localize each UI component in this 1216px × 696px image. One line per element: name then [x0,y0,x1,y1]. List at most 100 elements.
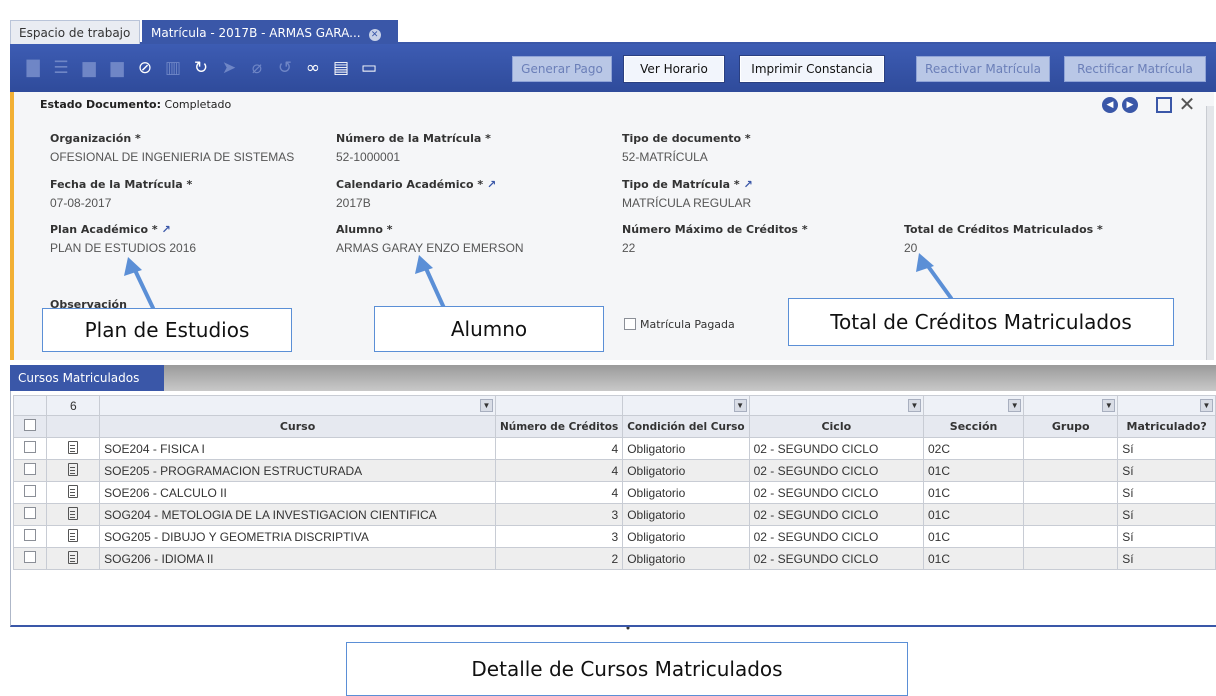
cell-creditos[interactable]: 4 [494,459,624,482]
cell-matriculado[interactable]: Sí [1117,503,1216,526]
numero-matricula-field[interactable]: 52-1000001 [336,150,400,164]
zoom-link-icon[interactable]: ↗ [161,223,170,236]
document-icon[interactable] [68,550,79,564]
table-row[interactable]: SOG204 - METOLOGIA DE LA INVESTIGACION C… [12,503,1216,526]
row-checkbox[interactable] [24,441,37,453]
filter-grupo[interactable]: ▼ [1023,395,1119,416]
tipo-matricula-field[interactable]: MATRÍCULA REGULAR [622,196,751,210]
chevron-down-icon[interactable]: ▼ [479,399,493,412]
tab-matricula[interactable]: Matrícula - 2017B - ARMAS GARA... ✕ [142,20,398,44]
window-icon[interactable]: ▭ [358,57,380,79]
close-icon[interactable]: ✕ [1178,94,1196,114]
previous-record-icon[interactable]: ◀ [1102,97,1118,113]
cell-ciclo[interactable]: 02 - SEGUNDO CICLO [748,503,924,526]
cell-ciclo[interactable]: 02 - SEGUNDO CICLO [748,525,924,548]
table-row[interactable]: SOE206 - CALCULO II 4 Obligatorio 02 - SEGU… [12,481,1216,504]
row-checkbox[interactable] [24,485,37,497]
chevron-down-icon[interactable]: ▼ [1008,399,1022,412]
max-creditos-field[interactable]: 22 [622,241,635,255]
new-icon[interactable]: ▇ [22,57,44,79]
cell-matriculado[interactable]: Sí [1117,525,1216,548]
save-icon[interactable]: ▆ [78,57,100,79]
tab-cursos-matriculados[interactable]: Cursos Matriculados [10,365,164,391]
cell-seccion[interactable]: 01C [922,525,1025,548]
column-header-ciclo[interactable]: Ciclo [748,415,924,438]
document-icon[interactable] [68,462,79,476]
filter-seccion[interactable]: ▼ [922,395,1025,416]
cell-grupo[interactable] [1023,547,1119,570]
cell-curso[interactable]: SOG206 - IDIOMA II [99,547,496,570]
reactivar-matricula-button[interactable]: Reactivar Matrícula [916,56,1050,82]
row-checkbox[interactable] [24,507,37,519]
column-header-condicion[interactable]: Condición del Curso [622,415,750,438]
save-new-icon[interactable]: ▆ [106,57,128,79]
link-icon[interactable]: ∞ [302,57,324,79]
cell-curso[interactable]: SOG204 - METOLOGIA DE LA INVESTIGACION C… [99,503,496,526]
column-header-curso[interactable]: Curso [99,415,496,438]
ver-horario-button[interactable]: Ver Horario [624,56,724,82]
cell-grupo[interactable] [1023,481,1119,504]
cell-matriculado[interactable]: Sí [1117,437,1216,460]
close-tab-icon[interactable]: ✕ [368,29,381,41]
cell-creditos[interactable]: 4 [494,437,624,460]
document-icon[interactable] [68,484,79,498]
cell-grupo[interactable] [1023,525,1119,548]
history-icon[interactable]: ↺ [274,57,296,79]
filter-matriculado[interactable]: ▼ [1117,395,1216,416]
cell-condicion[interactable]: Obligatorio [622,525,750,548]
table-row[interactable]: SOE204 - FISICA I 4 Obligatorio 02 - SEGUND… [12,437,1216,460]
generar-pago-button[interactable]: Generar Pago [512,56,612,82]
cell-curso[interactable]: SOE204 - FISICA I [99,437,496,460]
grid-icon[interactable]: ☰ [50,57,72,79]
cell-condicion[interactable]: Obligatorio [622,547,750,570]
table-row[interactable]: SOE205 - PROGRAMACION ESTRUCTURADA 4 Oblig… [12,459,1216,482]
maximize-icon[interactable] [1156,97,1172,113]
chevron-down-icon[interactable]: ▼ [1200,399,1213,412]
cell-condicion[interactable]: Obligatorio [622,503,750,526]
total-creditos-field[interactable]: 20 [904,241,917,255]
calendario-academico-field[interactable]: 2017B [336,196,371,210]
table-row[interactable]: SOG205 - DIBUJO Y GEOMETRIA DISCRIPTIVA 3… [12,525,1216,548]
cell-condicion[interactable]: Obligatorio [622,459,750,482]
cell-creditos[interactable]: 2 [494,547,624,570]
matricula-pagada-checkbox[interactable] [624,318,636,330]
column-header-seccion[interactable]: Sección [922,415,1025,438]
cell-seccion[interactable]: 01C [922,547,1025,570]
row-checkbox[interactable] [24,463,37,475]
cell-curso[interactable]: SOE206 - CALCULO II [99,481,496,504]
filter-creditos[interactable] [494,395,624,416]
tipo-documento-field[interactable]: 52-MATRÍCULA [622,150,708,164]
cell-ciclo[interactable]: 02 - SEGUNDO CICLO [748,547,924,570]
row-checkbox[interactable] [24,551,37,563]
chevron-down-icon[interactable]: ▼ [733,399,747,412]
plan-academico-field[interactable]: PLAN DE ESTUDIOS 2016 [50,241,196,255]
fecha-matricula-field[interactable]: 07-08-2017 [50,196,111,210]
select-all-checkbox[interactable] [24,419,37,431]
cell-creditos[interactable]: 4 [494,481,624,504]
column-header-matriculado[interactable]: Matriculado? [1117,415,1216,438]
filter-condicion[interactable]: ▼ [622,395,750,416]
export-icon[interactable]: ➤ [218,57,240,79]
report-icon[interactable]: ▤ [330,57,352,79]
column-header-creditos[interactable]: Número de Créditos [494,415,624,438]
next-record-icon[interactable]: ▶ [1122,97,1138,113]
attach-icon[interactable]: ⌀ [246,57,268,79]
zoom-link-icon[interactable]: ↗ [487,178,496,191]
organizacion-field[interactable]: OFESIONAL DE INGENIERIA DE SISTEMAS [50,150,294,164]
cancel-icon[interactable]: ⊘ [134,57,156,79]
table-row[interactable]: SOG206 - IDIOMA II 2 Obligatorio 02 - SEGUN… [12,547,1216,570]
cell-grupo[interactable] [1023,459,1119,482]
cell-matriculado[interactable]: Sí [1117,547,1216,570]
cell-creditos[interactable]: 3 [494,503,624,526]
cell-matriculado[interactable]: Sí [1117,481,1216,504]
zoom-link-icon[interactable]: ↗ [744,178,753,191]
cell-seccion[interactable]: 01C [922,459,1025,482]
cell-seccion[interactable]: 02C [922,437,1025,460]
document-icon[interactable] [68,440,79,454]
cell-ciclo[interactable]: 02 - SEGUNDO CICLO [748,459,924,482]
chevron-down-icon[interactable]: ▼ [1102,399,1116,412]
imprimir-constancia-button[interactable]: Imprimir Constancia [740,56,884,82]
column-header-grupo[interactable]: Grupo [1023,415,1119,438]
filter-ciclo[interactable]: ▼ [748,395,924,416]
cell-curso[interactable]: SOE205 - PROGRAMACION ESTRUCTURADA [99,459,496,482]
